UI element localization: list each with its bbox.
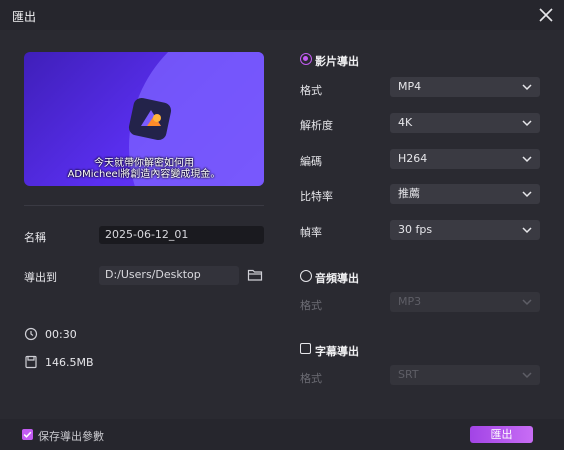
codec-select[interactable]: H264	[390, 149, 540, 169]
name-label: 名稱	[24, 231, 46, 244]
audio-format-label: 格式	[300, 299, 322, 312]
chevron-down-icon	[522, 84, 532, 91]
export-button[interactable]: 匯出	[470, 426, 533, 443]
name-input[interactable]: 2025-06-12_01	[99, 226, 264, 244]
codec-label: 編碼	[300, 155, 322, 168]
subtitle-format-select: SRT	[390, 365, 540, 385]
resolution-select[interactable]: 4K	[390, 113, 540, 133]
audio-format-select: MP3	[390, 292, 540, 312]
chevron-down-icon	[522, 156, 532, 163]
chevron-down-icon	[522, 299, 532, 306]
chevron-down-icon	[522, 191, 532, 198]
preview-subtitle-line1: 今天就帶你解密如何用	[94, 158, 194, 169]
file-size-value: 146.5MB	[45, 356, 94, 369]
export-to-label: 導出到	[24, 271, 57, 284]
bitrate-select[interactable]: 推薦	[390, 184, 540, 204]
codec-value: H264	[398, 152, 428, 165]
save-params-checkbox[interactable]	[22, 429, 33, 440]
video-format-value: MP4	[398, 80, 422, 93]
subtitle-export-heading: 字幕導出	[315, 345, 359, 358]
video-export-radio[interactable]	[300, 53, 312, 65]
format-label: 格式	[300, 84, 322, 97]
framerate-value: 30 fps	[398, 223, 433, 236]
audio-export-heading: 音頻導出	[315, 272, 359, 285]
chevron-down-icon	[522, 120, 532, 127]
audio-format-value: MP3	[398, 295, 422, 308]
subtitle-format-value: SRT	[398, 368, 419, 381]
duration-value: 00:30	[45, 328, 77, 341]
checkmark-icon	[23, 431, 32, 438]
video-preview: 今天就帶你解密如何用 ADMicheel將創造內容變成現金。	[24, 52, 264, 186]
save-params-label: 保存導出參數	[38, 430, 104, 443]
clock-icon	[24, 327, 38, 341]
window-title: 匯出	[12, 10, 37, 24]
export-path-field[interactable]: D:/Users/Desktop	[99, 266, 239, 285]
resolution-value: 4K	[398, 116, 413, 129]
framerate-label: 幀率	[300, 226, 322, 239]
subtitle-format-label: 格式	[300, 372, 322, 385]
left-divider	[24, 205, 264, 206]
folder-icon[interactable]	[247, 267, 263, 283]
chevron-down-icon	[522, 227, 532, 234]
file-size-icon	[25, 355, 37, 369]
close-icon[interactable]	[536, 5, 556, 25]
subtitle-export-checkbox[interactable]	[300, 343, 311, 354]
app-logo-icon	[128, 97, 172, 141]
video-export-heading: 影片導出	[315, 55, 359, 68]
framerate-select[interactable]: 30 fps	[390, 220, 540, 240]
resolution-label: 解析度	[300, 119, 333, 132]
preview-subtitle-line2: ADMicheel將創造內容變成現金。	[67, 169, 221, 180]
bitrate-label: 比特率	[300, 190, 333, 203]
video-format-select[interactable]: MP4	[390, 77, 540, 97]
chevron-down-icon	[522, 372, 532, 379]
bitrate-value: 推薦	[398, 187, 420, 200]
title-bar	[0, 0, 564, 30]
audio-export-radio[interactable]	[300, 270, 312, 282]
